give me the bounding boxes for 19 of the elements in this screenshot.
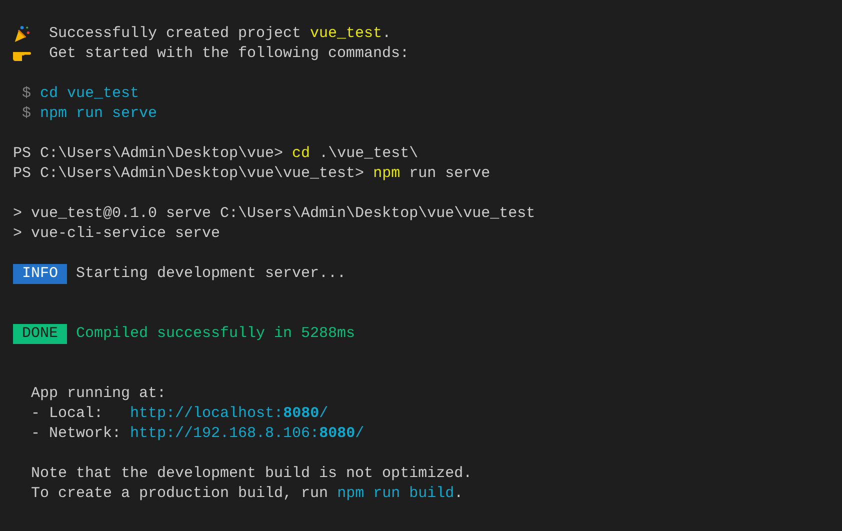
party-popper-icon [13,26,31,42]
terminal-line: Get started with the following commands: [49,44,410,64]
terminal-line: Starting development server... [76,264,346,284]
terminal-line: Note that the development build is not optimized. [30,464,472,484]
status-label: INFO [13,264,68,284]
terminal-line: $ npm run serve [21,104,158,124]
terminal-line: App running at: [30,384,166,404]
terminal-line: - Local: http://localhost:8080/ [30,404,328,424]
terminal-line: To create a production build, run npm run build. [30,484,464,504]
status-label: DONE [13,324,68,344]
terminal-line: PS C:\Users\Admin\Desktop\vue\vue_test> npm run serve [13,164,490,184]
terminal-line: - Network: http://192.168.8.106:8080/ [30,424,364,444]
terminal-line: Successfully created project vue_test. [49,24,392,44]
terminal-line: > vue-cli-service serve [13,224,220,244]
terminal-line: Compiled successfully in 5288ms [76,324,356,344]
pointing-hand-icon [13,52,31,60]
terminal-line: > vue_test@0.1.0 serve C:\Users\Admin\Desktop\vue\vue_test [13,204,536,224]
terminal-line: $ cd vue_test [21,84,140,104]
terminal-line: PS C:\Users\Admin\Desktop\vue> cd .\vue_test\ [13,144,418,164]
